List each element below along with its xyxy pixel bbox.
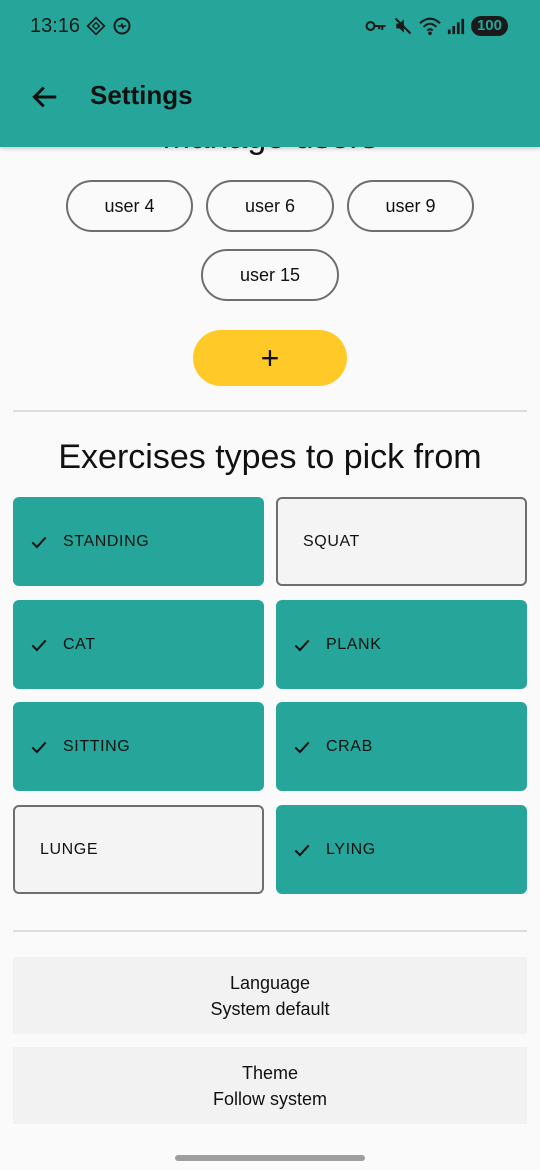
add-user-button[interactable]: +: [193, 330, 347, 386]
user-chip-user-9[interactable]: user 9: [347, 180, 474, 232]
section-divider: [13, 410, 527, 412]
language-setting[interactable]: Language System default: [13, 957, 527, 1034]
page-title: Settings: [90, 80, 193, 110]
wifi-icon: [419, 17, 441, 36]
check-icon: [294, 844, 310, 856]
data-saver-icon: [113, 17, 131, 35]
add-user-label: +: [260, 339, 280, 376]
check-icon: [294, 741, 310, 753]
language-value: System default: [210, 998, 330, 1019]
check-icon: [31, 536, 47, 548]
exercise-label: SQUAT: [303, 532, 360, 550]
battery-indicator: 100: [470, 16, 508, 36]
exercise-label: LUNGE: [40, 840, 99, 858]
check-icon: [31, 741, 47, 753]
mute-icon: [394, 17, 412, 35]
exercise-label: SITTING: [63, 737, 131, 755]
sync-icon: [86, 16, 106, 36]
user-chip-user-4[interactable]: user 4: [66, 180, 193, 232]
theme-setting[interactable]: Theme Follow system: [13, 1047, 527, 1124]
user-chip-user-6[interactable]: user 6: [206, 180, 334, 232]
gesture-nav-handle[interactable]: [175, 1155, 365, 1161]
language-label: Language: [229, 972, 311, 993]
exercise-chip-squat[interactable]: SQUAT: [276, 497, 527, 586]
user-chip-user-15[interactable]: user 15: [201, 249, 339, 301]
exercises-title: Exercises types to pick from: [58, 438, 482, 476]
exercise-chip-lying[interactable]: LYING: [276, 805, 527, 894]
exercise-label: CRAB: [326, 737, 373, 755]
exercise-label: PLANK: [326, 635, 382, 653]
app-bar: 13:16 100 Settings: [0, 0, 540, 147]
theme-label: Theme: [241, 1062, 299, 1083]
settings-screen: Manage users user 4 user 6 user 9 user 1…: [0, 0, 540, 1170]
exercise-chip-plank[interactable]: PLANK: [276, 600, 527, 689]
check-icon: [294, 639, 310, 651]
exercise-chip-crab[interactable]: CRAB: [276, 702, 527, 791]
exercise-chip-standing[interactable]: STANDING: [13, 497, 264, 586]
exercise-chip-cat[interactable]: CAT: [13, 600, 264, 689]
signal-icon: [447, 18, 465, 35]
status-left-icons: [86, 16, 132, 36]
arrow-back-icon[interactable]: [30, 82, 60, 112]
check-icon: [31, 639, 47, 651]
exercise-label: LYING: [326, 840, 376, 858]
theme-value: Follow system: [212, 1088, 328, 1109]
exercise-label: CAT: [63, 635, 96, 653]
exercise-chip-sitting[interactable]: SITTING: [13, 702, 264, 791]
vpn-key-icon: [365, 21, 386, 31]
status-time: 13:16: [30, 15, 81, 37]
exercise-label: STANDING: [63, 532, 150, 550]
status-right-icons: 100: [365, 16, 508, 36]
exercise-chip-lunge[interactable]: LUNGE: [13, 805, 264, 894]
section-divider: [13, 930, 527, 932]
